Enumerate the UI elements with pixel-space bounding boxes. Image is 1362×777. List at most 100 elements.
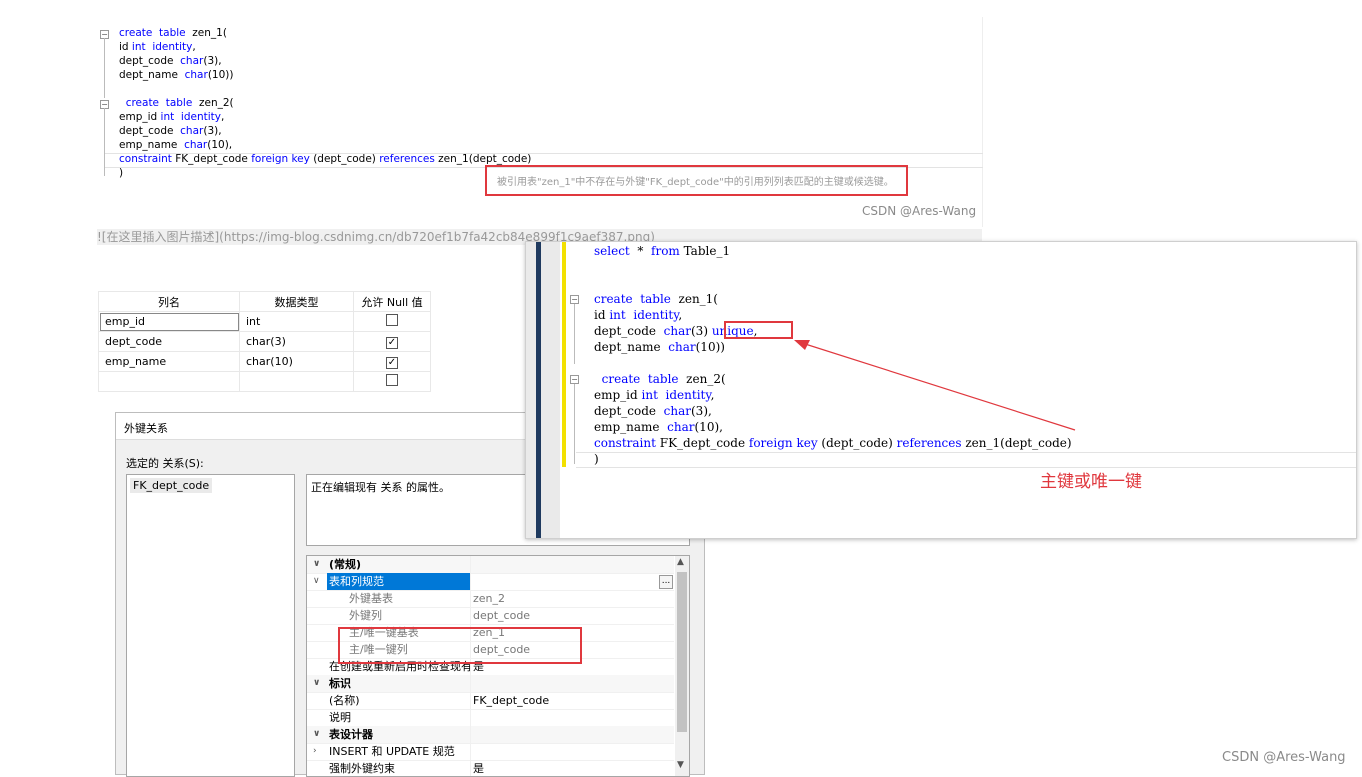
data-type-cell[interactable]: int [239,311,354,332]
relations-list[interactable]: FK_dept_code [126,474,295,777]
scrollbar[interactable]: ▲ ▼ [675,556,689,776]
table-row[interactable]: emp_name char(10) ✓ [98,351,431,372]
code-text: zen_1( [185,27,227,39]
column-name-cell[interactable]: emp_id [98,311,240,332]
code-text: (3), [203,125,222,137]
code-text: zen_2( [192,97,234,109]
code-text: (3), [203,55,222,67]
col-header-null[interactable]: 允许 Null 值 [353,291,431,312]
allow-null-checkbox[interactable]: ✓ [386,356,398,369]
property-label: 表设计器 [329,728,373,741]
table-row[interactable] [98,371,431,392]
code-text: (3) [691,324,712,338]
code-line: dept_code char(3), [119,125,222,137]
code-line: ) [594,452,599,466]
code-text: zen_2( [678,372,726,386]
property-grid[interactable]: ∨ (常规) ∨ 表和列规范 外键基表 zen_2 外键列 dept_code 主/唯一键基表 z… [306,555,690,777]
description-text: 正在编辑现有 关系 的属性。 [311,481,450,494]
collapse-icon[interactable]: ∨ [313,573,320,590]
code-keyword: char [184,69,208,81]
allow-null-checkbox[interactable] [386,314,398,326]
property-value[interactable]: FK_dept_code [473,692,549,709]
property-row[interactable]: 强制外键约束 是 [307,760,674,776]
col-header-type[interactable]: 数据类型 [239,291,354,312]
list-item[interactable]: FK_dept_code [130,478,213,493]
collapse-icon[interactable]: ∨ [313,556,320,573]
data-type-cell[interactable]: char(10) [239,351,354,372]
ellipsis-button[interactable]: ... [659,575,673,589]
code-text: (dept_code) [309,153,380,165]
code-text: zen_1( [670,292,718,306]
code-text: dept_code [119,55,181,67]
scroll-thumb[interactable] [677,572,687,732]
editor-margin-strip [536,242,541,538]
property-section[interactable]: ∨ 标识 [307,675,674,693]
code-text: zen_1(dept_code) [434,153,532,165]
property-label: 外键基表 [349,592,393,605]
code-keyword: char [663,324,691,338]
code-text: FK_dept_code [171,153,252,165]
data-type-cell[interactable] [239,371,354,392]
collapse-icon[interactable]: ∨ [313,675,320,692]
code-text: (3), [691,404,712,418]
data-type-cell[interactable]: char(3) [239,331,354,352]
property-row[interactable]: 外键基表 zen_2 [307,590,674,608]
code-text: dept_code [594,324,664,338]
code-line: create table zen_2( [119,97,234,109]
code-keyword: table [647,372,679,386]
property-row[interactable]: › INSERT 和 UPDATE 规范 [307,743,674,761]
column-grid[interactable]: 列名 数据类型 允许 Null 值 emp_id int dept_code char… [98,291,431,392]
property-value[interactable]: 是 [473,760,484,776]
collapse-icon[interactable]: ∨ [313,726,320,743]
code-text: (10), [694,420,723,434]
code-keyword: char [184,139,208,151]
table-row[interactable]: dept_code char(3) ✓ [98,331,431,352]
scroll-up-icon[interactable]: ▲ [677,557,684,567]
fold-toggle-icon[interactable]: − [570,375,579,384]
code-text: (10), [207,139,233,151]
expand-icon[interactable]: › [313,743,317,760]
scroll-down-icon[interactable]: ▼ [677,760,684,770]
code-line: dept_name char(10)) [594,340,725,354]
allow-null-checkbox[interactable]: ✓ [386,336,398,349]
code-text: FK_dept_code [655,436,749,450]
column-name-cell[interactable]: dept_code [98,331,240,352]
code-line: emp_id int identity, [119,111,224,123]
code-line: id int identity, [119,41,196,53]
table-row[interactable]: emp_id int [98,311,431,332]
col-header-name[interactable]: 列名 [98,291,240,312]
code-keyword: char [180,125,204,137]
pk-highlight-box [338,627,582,664]
property-label: 说明 [329,711,351,724]
code-keyword: constraint [119,153,172,165]
allow-null-checkbox[interactable] [386,374,398,386]
column-name-cell[interactable]: emp_name [98,351,240,372]
property-section[interactable]: ∨ (常规) [307,556,674,574]
property-row[interactable]: ∨ 表和列规范 [307,573,674,591]
code-line: select * from Table_1 [594,244,730,258]
code-text: id [119,41,132,53]
code-keyword: char [668,340,696,354]
property-row[interactable]: 说明 [307,709,674,727]
property-value[interactable]: zen_2 [473,590,505,607]
code-keyword: identity [633,308,679,322]
property-value[interactable]: dept_code [473,607,530,624]
column-name-cell[interactable] [98,371,240,392]
code-text: * [629,244,652,258]
code-keyword: references [379,153,435,165]
property-label: INSERT 和 UPDATE 规范 [329,745,455,758]
allow-null-cell: ✓ [353,351,431,372]
property-row[interactable]: (名称) FK_dept_code [307,692,674,710]
code-line: emp_name char(10), [594,420,723,434]
property-section[interactable]: ∨ 表设计器 [307,726,674,744]
code-keyword: int [131,41,146,53]
code-keyword: identity [180,111,221,123]
code-text: ) [119,167,124,179]
code-text: emp_name [594,420,668,434]
fold-toggle-icon[interactable]: − [570,295,579,304]
code-text: (10)) [207,69,234,81]
property-row[interactable]: 外键列 dept_code [307,607,674,625]
selected-relations-label: 选定的 关系(S): [126,457,204,470]
